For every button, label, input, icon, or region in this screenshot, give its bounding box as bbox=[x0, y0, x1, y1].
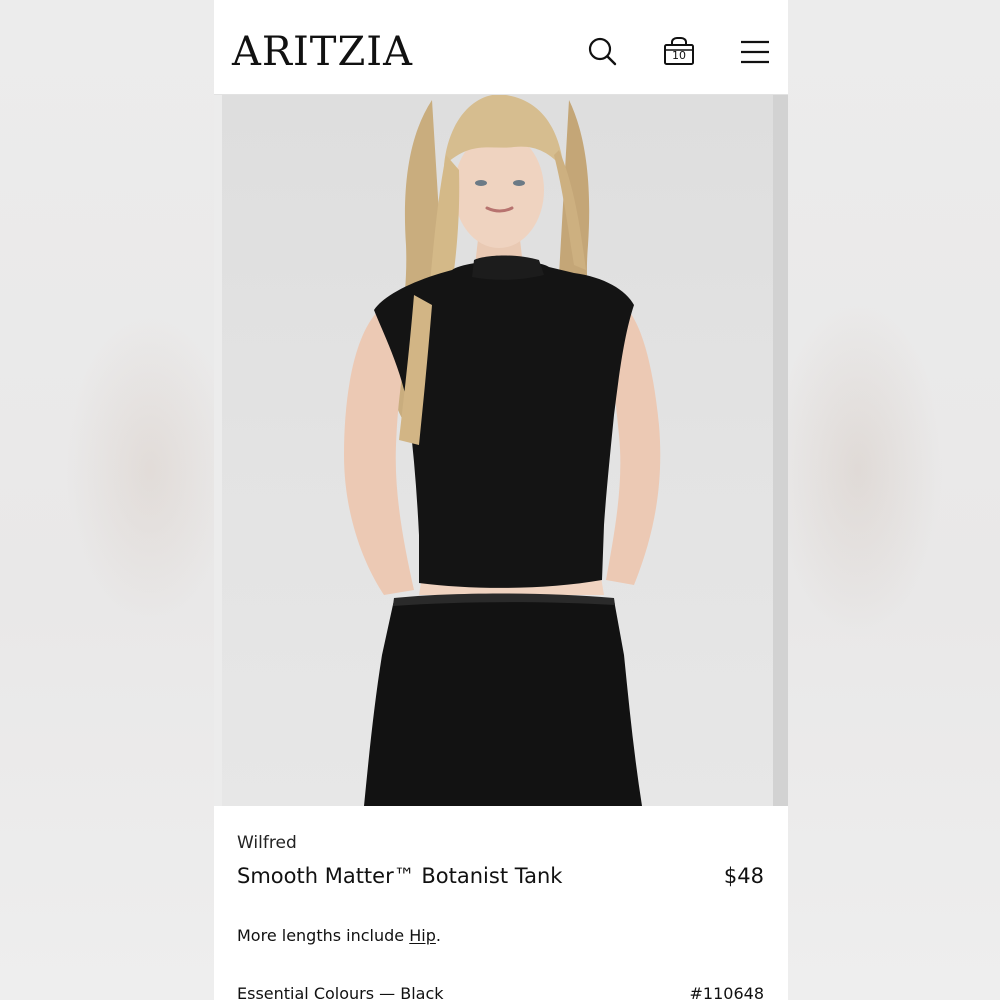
shopping-bag-icon[interactable]: 10 bbox=[661, 33, 697, 69]
product-price: $48 bbox=[723, 864, 764, 888]
cart-count-badge: 10 bbox=[672, 49, 686, 62]
more-lengths-text: More lengths include Hip. bbox=[237, 926, 441, 946]
model-figure bbox=[344, 95, 661, 806]
product-colour: Essential Colours — Black bbox=[237, 984, 444, 1000]
more-lengths-label: More lengths include bbox=[237, 926, 410, 945]
blurred-backdrop-right bbox=[788, 0, 1000, 1000]
more-lengths-period: . bbox=[435, 926, 441, 945]
site-header: ARITZIA 10 bbox=[214, 0, 788, 95]
product-brand[interactable]: Wilfred bbox=[237, 833, 297, 853]
blurred-backdrop-left bbox=[0, 0, 214, 1000]
product-sku: #110648 bbox=[689, 984, 764, 1000]
product-photo[interactable] bbox=[214, 95, 788, 806]
hip-length-link[interactable]: Hip bbox=[409, 926, 436, 945]
aritzia-logo[interactable]: ARITZIA bbox=[232, 26, 413, 78]
product-details: Wilfred Smooth Matter™ Botanist Tank $48… bbox=[214, 806, 788, 1000]
product-name: Smooth Matter™ Botanist Tank bbox=[237, 864, 563, 888]
search-icon[interactable] bbox=[584, 33, 620, 69]
mobile-page: ARITZIA 10 Wilfred Smooth Matter™ Botani… bbox=[214, 0, 788, 1000]
hamburger-menu-icon[interactable] bbox=[737, 33, 773, 69]
